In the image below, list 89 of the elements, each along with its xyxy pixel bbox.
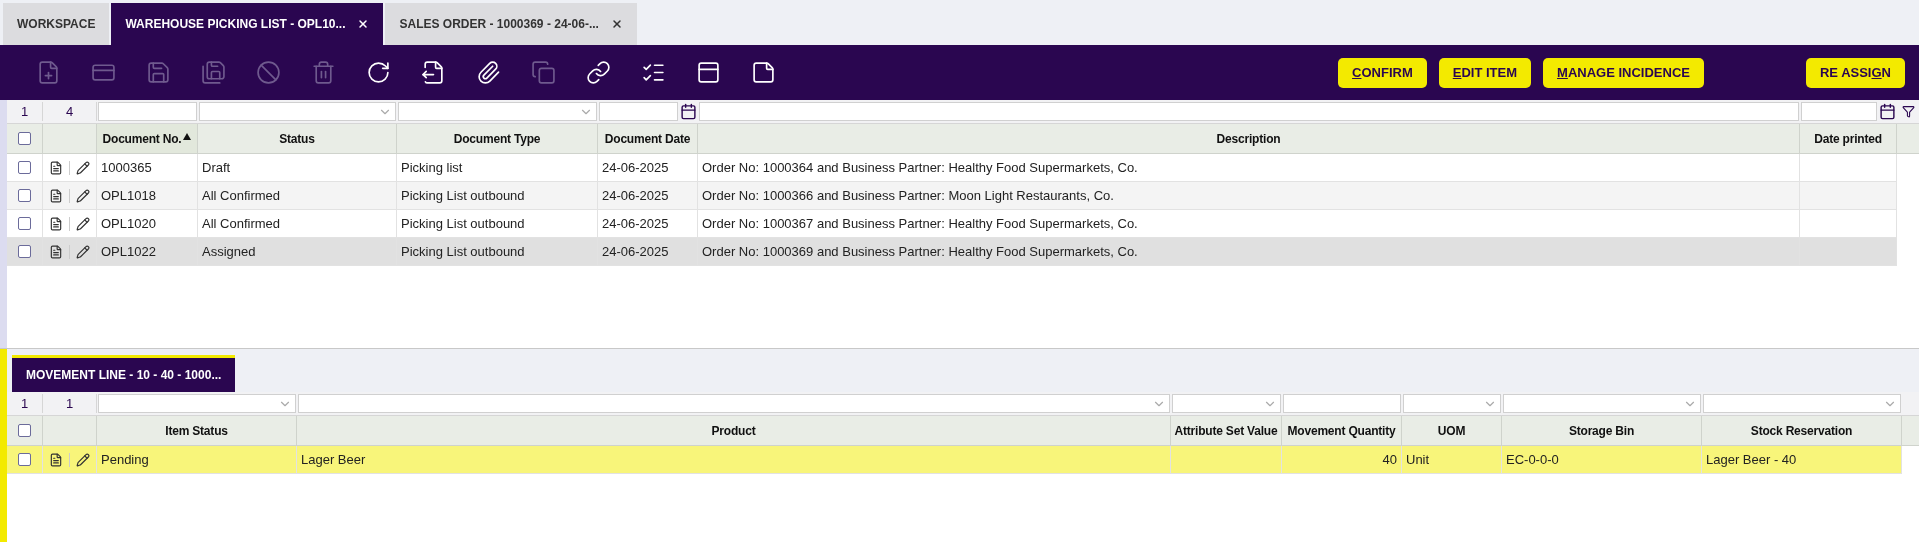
filter-field[interactable] (599, 102, 678, 121)
close-icon[interactable] (357, 18, 370, 30)
document-icon[interactable] (49, 244, 63, 259)
column-header[interactable]: Storage Bin (1502, 416, 1702, 445)
table-cell-text: Order No: 1000369 and Business Partner: Healthy Food Supermarkets, Co. (702, 242, 1138, 261)
table-cell-text: All Confirmed (202, 214, 281, 233)
filter-field[interactable] (1283, 394, 1401, 413)
link-icon[interactable] (586, 60, 611, 85)
table-cell-text: Picking List outbound (401, 214, 525, 233)
record-count: 4 (43, 101, 97, 122)
filter-icon[interactable] (1901, 105, 1915, 118)
table-cell-text: Pending (101, 450, 149, 469)
table-cell-text: All Confirmed (202, 186, 281, 205)
table-cell-text: 40 (1382, 450, 1397, 469)
column-header[interactable]: Document No. (97, 124, 198, 153)
document-icon[interactable] (49, 216, 63, 231)
table-cell-text: Order No: 1000367 and Business Partner: Healthy Food Supermarkets, Co. (702, 214, 1138, 233)
table-cell-text: OPL1022 (101, 242, 156, 261)
row-checkbox[interactable] (18, 189, 31, 202)
select-all-checkbox[interactable] (18, 424, 31, 437)
export-icon[interactable] (421, 60, 446, 85)
row-checkbox[interactable] (18, 161, 31, 174)
table-cell-text: Picking list (401, 158, 463, 177)
filter-field[interactable] (699, 102, 1799, 121)
row-checkbox[interactable] (18, 217, 31, 230)
record-count: 1 (7, 101, 43, 122)
table-cell-text: 24-06-2025 (602, 186, 669, 205)
table-cell-text: 1000365 (101, 158, 152, 177)
calendar-icon[interactable] (680, 103, 697, 120)
action-button[interactable]: MANAGE INCIDENCE (1543, 57, 1704, 88)
table-cell-text: 24-06-2025 (602, 214, 669, 233)
action-button[interactable]: CONFIRM (1338, 57, 1427, 88)
table-cell-text: EC-0-0-0 (1506, 450, 1559, 469)
pencil-icon[interactable] (76, 452, 90, 467)
table-row[interactable]: Pending Lager Beer 40 Unit EC-0-0-0 Lager Beer - 40 (7, 446, 1902, 474)
record-count: 1 (43, 393, 97, 414)
row-checkbox[interactable] (18, 453, 31, 466)
column-header[interactable]: Movement Quantity (1282, 416, 1402, 445)
filter-field[interactable] (98, 102, 197, 121)
attachment-icon[interactable] (476, 60, 501, 85)
table-cell-text: Order No: 1000364 and Business Partner: Healthy Food Supermarkets, Co. (702, 158, 1138, 177)
record-count: 1 (7, 393, 43, 414)
document-icon[interactable] (49, 160, 63, 175)
table-cell-text: 24-06-2025 (602, 158, 669, 177)
table-row[interactable]: OPL1018 All Confirmed Picking List outbound 24-06-2025 Order No: 1000366 and Business Partner: Moon Light Restaurants, Co. (7, 182, 1897, 210)
column-header[interactable]: Document Type (397, 124, 598, 153)
note-icon[interactable] (751, 60, 776, 85)
document-icon[interactable] (49, 188, 63, 203)
table-cell-text: OPL1020 (101, 214, 156, 233)
column-header[interactable]: Item Status (97, 416, 297, 445)
document-tab[interactable]: WAREHOUSE PICKING LIST - OPL10... (111, 3, 384, 45)
select-all-checkbox[interactable] (18, 132, 31, 145)
document-icon[interactable] (49, 452, 63, 467)
document-tab[interactable]: WORKSPACE (3, 3, 110, 45)
table-row[interactable]: OPL1022 Assigned Picking List outbound 24-06-2025 Order No: 1000369 and Business Partner: Healthy Food Supermarkets, Co. (7, 238, 1897, 266)
column-header[interactable]: Attribute Set Value (1171, 416, 1282, 445)
layout-icon[interactable] (696, 60, 721, 85)
column-header[interactable]: Document Date (598, 124, 698, 153)
column-header[interactable]: Status (198, 124, 397, 153)
document-tab[interactable]: SALES ORDER - 1000369 - 24-06-... (385, 3, 637, 45)
pencil-icon[interactable] (76, 244, 90, 259)
column-header[interactable]: Product (297, 416, 1171, 445)
column-header[interactable]: Stock Reservation (1702, 416, 1902, 445)
row-checkbox[interactable] (18, 245, 31, 258)
table-row[interactable]: 1000365 Draft Picking list 24-06-2025 Order No: 1000364 and Business Partner: Healthy Food Supermarkets, Co. (7, 154, 1897, 182)
refresh-icon[interactable] (366, 60, 391, 85)
action-button[interactable]: EDIT ITEM (1438, 57, 1532, 88)
column-header[interactable]: Description (698, 124, 1800, 153)
pencil-icon[interactable] (76, 216, 90, 231)
close-icon[interactable] (610, 18, 623, 30)
table-row[interactable]: OPL1020 All Confirmed Picking List outbound 24-06-2025 Order No: 1000367 and Business Partner: Healthy Food Supermarkets, Co. (7, 210, 1897, 238)
table-cell-text: Lager Beer (301, 450, 366, 469)
section-tab[interactable]: MOVEMENT LINE - 10 - 40 - 1000... (12, 355, 236, 392)
table-cell-text: Draft (202, 158, 231, 177)
table-cell-text: Order No: 1000366 and Business Partner: Moon Light Restaurants, Co. (702, 186, 1114, 205)
table-cell-text: Picking List outbound (401, 186, 525, 205)
pencil-icon[interactable] (76, 188, 90, 203)
table-cell-text: Lager Beer - 40 (1706, 450, 1797, 469)
table-cell-text: Picking List outbound (401, 242, 525, 261)
filter-field[interactable] (1801, 102, 1877, 121)
action-button[interactable]: RE ASSIGN (1805, 57, 1905, 88)
table-cell-text: 24-06-2025 (602, 242, 669, 261)
table-cell-text: Assigned (202, 242, 256, 261)
table-cell-text: Unit (1406, 450, 1430, 469)
column-header[interactable]: Date printed (1800, 124, 1897, 153)
calendar-icon[interactable] (1879, 103, 1896, 120)
column-header[interactable]: UOM (1402, 416, 1502, 445)
table-cell-text: OPL1018 (101, 186, 156, 205)
pencil-icon[interactable] (76, 160, 90, 175)
